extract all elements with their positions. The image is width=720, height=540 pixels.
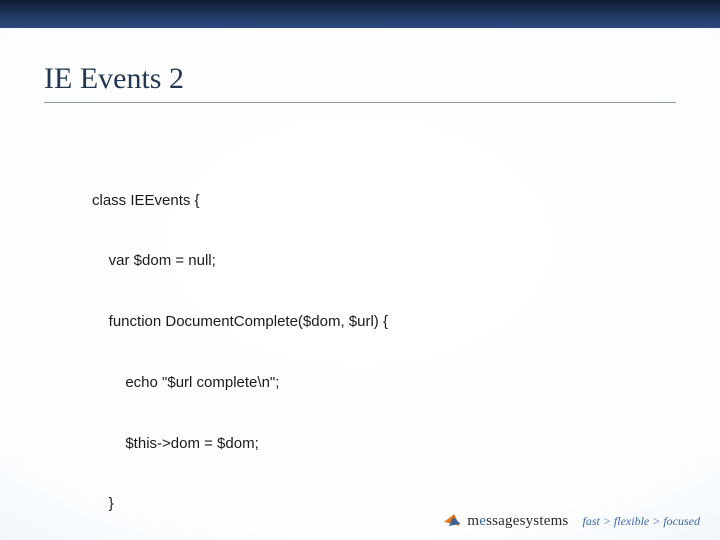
logo-mark-icon bbox=[445, 512, 463, 530]
code-line: function DocumentComplete($dom, $url) { bbox=[92, 312, 660, 332]
code-line: var $dom = null; bbox=[92, 251, 660, 271]
slide: IE Events 2 class IEEvents { var $dom = … bbox=[0, 0, 720, 540]
logo-prefix: m bbox=[467, 513, 479, 529]
code-line: class IEEvents { bbox=[92, 191, 660, 211]
code-line: echo "$url complete\n"; bbox=[92, 373, 660, 393]
logo-rest: ssagesystems bbox=[486, 513, 568, 529]
footer: messagesystems fast > flexible > focused bbox=[445, 512, 700, 530]
footer-logo: messagesystems bbox=[445, 512, 568, 530]
slide-title: IE Events 2 bbox=[44, 62, 676, 96]
code-line: $this->dom = $dom; bbox=[92, 434, 660, 454]
footer-tagline: fast > flexible > focused bbox=[582, 514, 700, 529]
code-block: class IEEvents { var $dom = null; functi… bbox=[92, 150, 660, 540]
title-area: IE Events 2 bbox=[44, 62, 676, 103]
header-bar bbox=[0, 0, 720, 28]
title-underline bbox=[44, 102, 676, 103]
slide-body: class IEEvents { var $dom = null; functi… bbox=[92, 150, 660, 540]
logo-text: messagesystems bbox=[467, 513, 568, 530]
